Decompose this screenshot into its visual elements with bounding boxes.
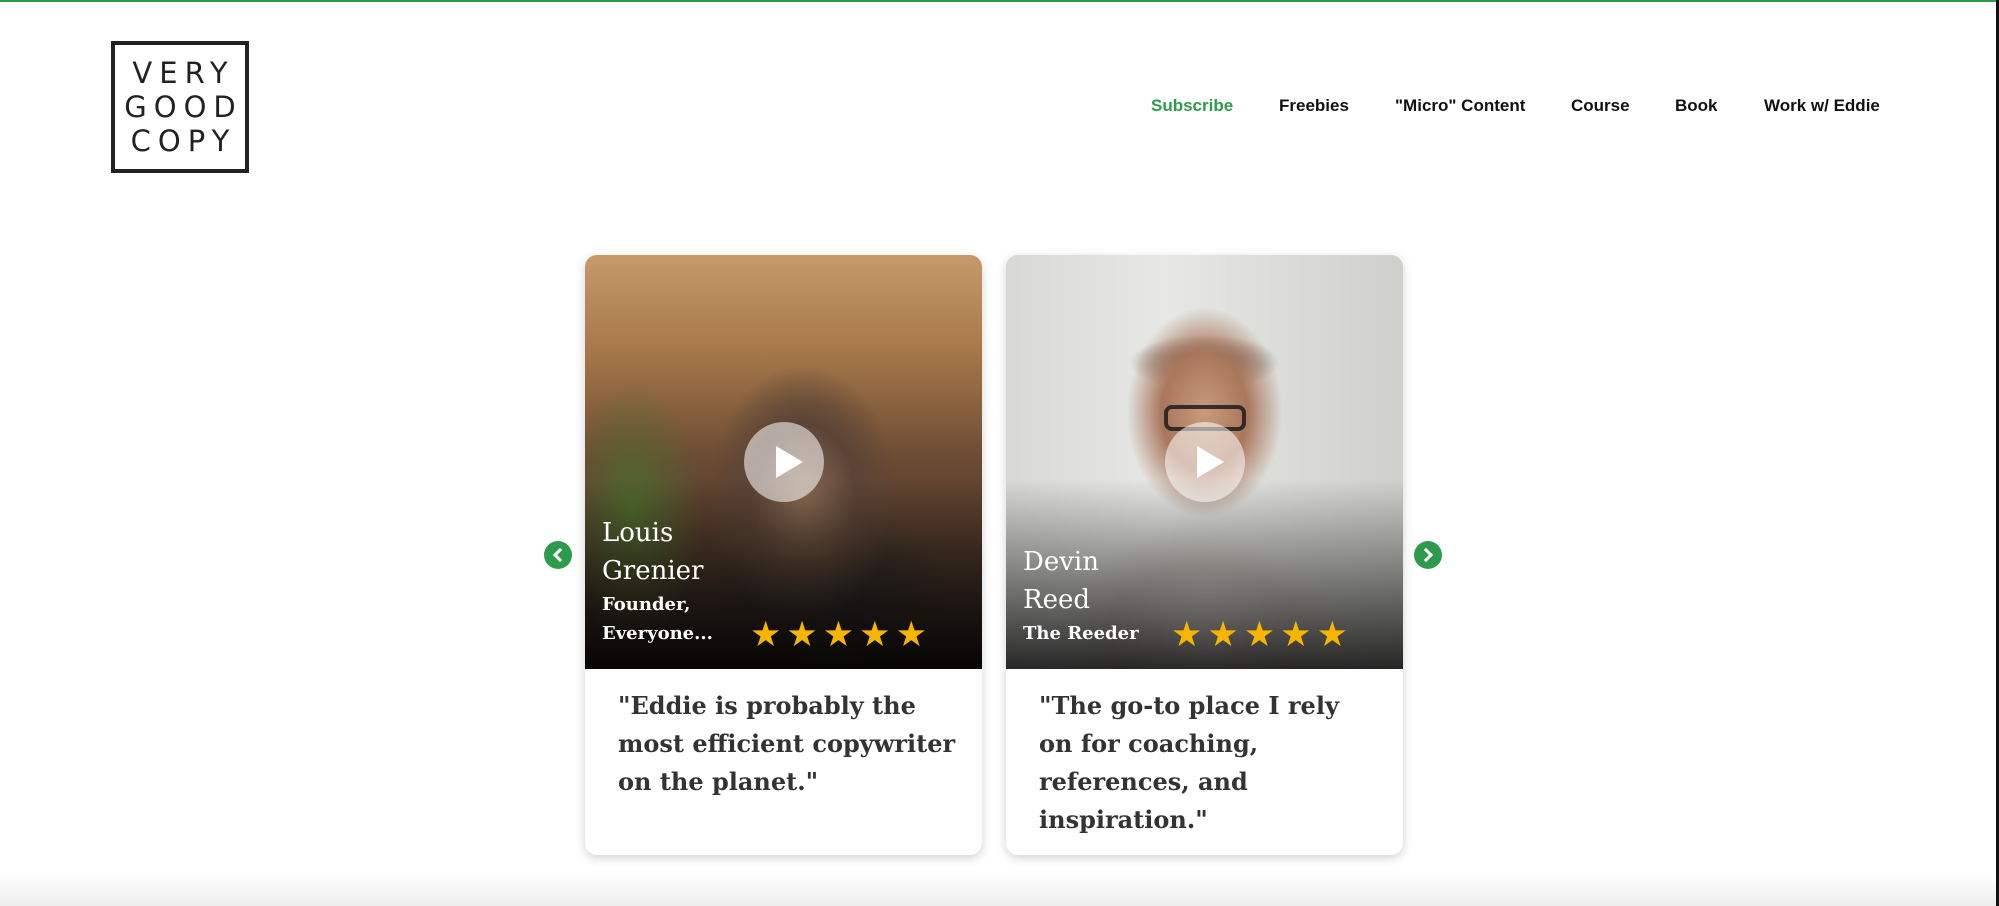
play-icon <box>776 446 803 478</box>
nav-micro-content[interactable]: "Micro" Content <box>1395 96 1525 116</box>
chevron-left-icon <box>552 547 568 563</box>
section-divider-shadow <box>0 872 1996 906</box>
star-icon: ★ <box>895 615 927 654</box>
play-button[interactable] <box>744 422 824 502</box>
play-icon <box>1197 446 1224 478</box>
person-name-line: Reed <box>1023 585 1090 615</box>
top-accent-line <box>0 0 1999 2</box>
star-icon: ★ <box>1316 615 1348 654</box>
nav-subscribe[interactable]: Subscribe <box>1151 96 1233 116</box>
person-role-line: Everyone... <box>602 623 713 644</box>
person-role: The Reeder <box>1023 619 1153 648</box>
nav-course[interactable]: Course <box>1571 96 1630 116</box>
nav-freebies[interactable]: Freebies <box>1279 96 1349 116</box>
star-icon: ★ <box>1280 615 1312 654</box>
testimonial-quote: "Eddie is probably the most efficient co… <box>618 691 956 796</box>
carousel-prev-button[interactable] <box>544 541 572 569</box>
nav-book[interactable]: Book <box>1675 96 1718 116</box>
star-icon: ★ <box>1171 615 1203 654</box>
person-name-line: Grenier <box>602 556 704 586</box>
logo-line: VERY <box>132 56 235 90</box>
star-icon: ★ <box>1243 615 1276 654</box>
play-button[interactable] <box>1165 422 1245 502</box>
person-role-line: Founder, <box>602 594 691 615</box>
nav-work-with-eddie[interactable]: Work w/ Eddie <box>1764 96 1880 116</box>
carousel-next-button[interactable] <box>1414 541 1442 569</box>
person-name-line: Devin <box>1023 547 1099 577</box>
star-icon: ★ <box>822 615 855 654</box>
testimonial-card: Louis Grenier Founder, Everyone... ★ ★ ★… <box>585 255 982 855</box>
logo-line: COPY <box>130 124 237 158</box>
testimonial-video[interactable]: Devin Reed The Reeder ★ ★ ★ ★ ★ <box>1006 255 1403 669</box>
testimonial-quote: "The go-to place I rely on for coaching,… <box>1039 691 1339 834</box>
person-role-line: The Reeder <box>1023 623 1139 644</box>
testimonial-card: Devin Reed The Reeder ★ ★ ★ ★ ★ "The go-… <box>1006 255 1403 855</box>
star-icon: ★ <box>859 615 891 654</box>
star-icon: ★ <box>750 615 782 654</box>
star-rating: ★ ★ ★ ★ ★ <box>1171 617 1348 653</box>
person-name: Devin Reed <box>1023 543 1173 619</box>
testimonial-video[interactable]: Louis Grenier Founder, Everyone... ★ ★ ★… <box>585 255 982 669</box>
main-nav: Subscribe Freebies "Micro" Content Cours… <box>0 96 1999 118</box>
star-rating: ★ ★ ★ ★ ★ <box>750 617 927 653</box>
person-name: Louis Grenier <box>602 514 752 590</box>
chevron-right-icon <box>1418 547 1434 563</box>
person-role: Founder, Everyone... <box>602 590 732 648</box>
person-name-line: Louis <box>602 518 674 548</box>
star-icon: ★ <box>1207 615 1239 654</box>
star-icon: ★ <box>786 615 818 654</box>
